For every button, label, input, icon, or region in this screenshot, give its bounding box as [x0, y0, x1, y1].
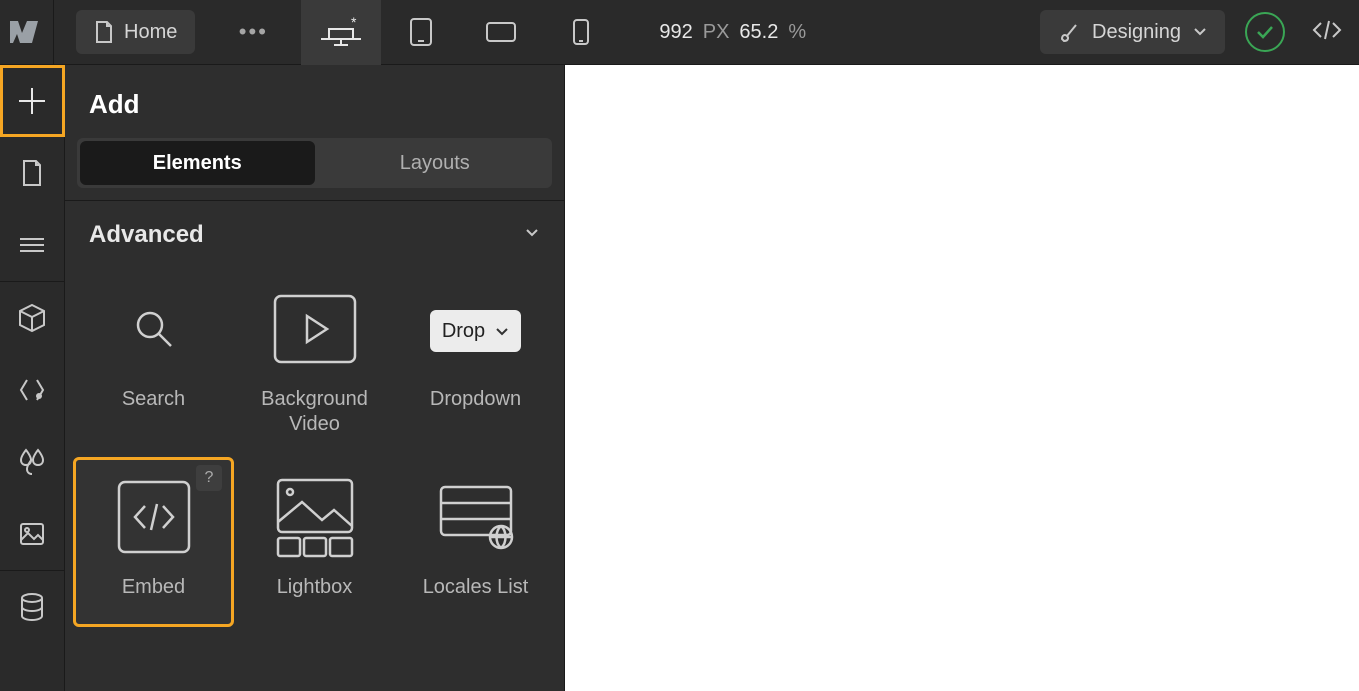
canvas-zoom-value: 65.2	[739, 21, 778, 44]
tab-layouts[interactable]: Layouts	[318, 138, 553, 188]
element-embed[interactable]: ? Embed	[73, 457, 234, 627]
element-search[interactable]: Search	[73, 269, 234, 447]
page-icon	[20, 158, 44, 188]
rail-cms-button[interactable]	[0, 571, 65, 643]
embed-icon	[113, 476, 195, 563]
locales-icon	[435, 481, 517, 558]
page-selector[interactable]: Home	[76, 10, 195, 54]
desktop-star-icon: *	[319, 17, 363, 47]
tablet-landscape-icon	[484, 20, 518, 44]
element-dropdown[interactable]: Drop Dropdown	[395, 269, 556, 447]
section-advanced-header[interactable]: Advanced	[65, 201, 564, 269]
chevron-down-icon	[524, 226, 540, 244]
webflow-logo-icon	[10, 21, 44, 43]
check-icon	[1256, 25, 1274, 39]
rail-add-button[interactable]	[0, 65, 65, 137]
page-icon	[94, 20, 114, 44]
element-label: Embed	[122, 575, 185, 600]
navigator-icon	[17, 235, 47, 255]
mode-selector[interactable]: Designing	[1040, 10, 1225, 54]
brush-icon	[1058, 21, 1080, 43]
rail-navigator-button[interactable]	[0, 209, 65, 281]
rail-components-button[interactable]	[0, 282, 65, 354]
breakpoint-mobile-button[interactable]	[541, 0, 621, 65]
canvas-size-readout: 992 PX 65.2 %	[659, 21, 806, 44]
code-icon	[1311, 19, 1343, 46]
mobile-icon	[571, 17, 591, 47]
search-icon	[131, 306, 177, 357]
dropdown-preview-label: Drop	[442, 320, 485, 343]
droplets-icon	[17, 447, 47, 477]
element-lightbox[interactable]: Lightbox	[234, 457, 395, 627]
help-badge[interactable]: ?	[196, 465, 222, 491]
variables-icon	[17, 376, 47, 404]
status-ok[interactable]	[1245, 12, 1285, 52]
image-icon	[18, 521, 46, 547]
dropdown-preview: Drop	[430, 310, 521, 352]
database-icon	[18, 592, 46, 622]
chevron-down-icon	[495, 320, 509, 343]
page-label: Home	[124, 21, 177, 44]
mode-label: Designing	[1092, 21, 1181, 44]
rail-pages-button[interactable]	[0, 137, 65, 209]
element-label: Locales List	[423, 575, 529, 600]
canvas-zoom-unit: %	[788, 21, 806, 44]
cube-icon	[17, 302, 47, 334]
svg-text:*: *	[351, 17, 357, 30]
panel-title: Add	[65, 65, 564, 138]
left-rail	[0, 65, 65, 691]
breakpoint-tablet-button[interactable]	[381, 0, 461, 65]
tab-elements[interactable]: Elements	[80, 141, 315, 185]
more-menu[interactable]: •••	[223, 19, 283, 45]
design-canvas[interactable]	[565, 65, 1359, 691]
breakpoint-desktop-button[interactable]: *	[301, 0, 381, 65]
elements-grid: Search Background Video Drop	[65, 269, 564, 647]
add-panel: Add Elements Layouts Advanced Search	[65, 65, 565, 691]
top-bar: Home ••• * 992 PX 65.2 %	[0, 0, 1359, 65]
element-label: Search	[122, 387, 185, 412]
element-label: Background Video	[240, 387, 389, 437]
add-tabs: Elements Layouts	[77, 138, 552, 188]
canvas-width-unit: PX	[703, 21, 730, 44]
canvas-width-value: 992	[659, 21, 692, 44]
app-logo[interactable]	[0, 0, 54, 65]
video-icon	[271, 292, 359, 371]
element-locales-list[interactable]: Locales List	[395, 457, 556, 627]
breakpoint-tablet-landscape-button[interactable]	[461, 0, 541, 65]
element-background-video[interactable]: Background Video	[234, 269, 395, 447]
chevron-down-icon	[1193, 27, 1207, 37]
lightbox-icon	[272, 474, 358, 565]
tablet-portrait-icon	[408, 16, 434, 48]
rail-assets-button[interactable]	[0, 498, 65, 570]
section-title: Advanced	[89, 221, 204, 249]
code-toggle[interactable]	[1307, 19, 1347, 46]
rail-styles-button[interactable]	[0, 426, 65, 498]
ellipsis-icon: •••	[239, 19, 268, 44]
rail-variables-button[interactable]	[0, 354, 65, 426]
breakpoint-group: *	[301, 0, 621, 65]
element-label: Dropdown	[430, 387, 521, 412]
plus-icon	[15, 84, 49, 118]
element-label: Lightbox	[277, 575, 353, 600]
